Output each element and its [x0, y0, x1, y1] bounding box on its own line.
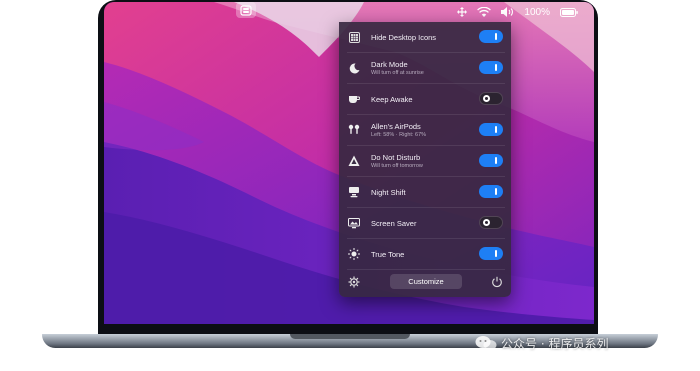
true-tone-toggle[interactable]	[479, 247, 503, 260]
true-tone-icon	[347, 247, 361, 261]
battery-icon[interactable]	[560, 7, 578, 17]
row-title: Screen Saver	[371, 218, 417, 228]
row-subtitle: Left: 58% · Right: 67%	[371, 131, 427, 138]
panel-footer: Customize	[339, 270, 511, 297]
row-screen-saver[interactable]: Screen Saver	[339, 208, 511, 238]
row-airpods[interactable]: Allen's AirPods Left: 58% · Right: 67%	[339, 115, 511, 145]
quick-toggles-panel: Hide Desktop Icons Dark Mode Will turn o…	[339, 22, 511, 297]
screen-saver-toggle[interactable]	[479, 216, 503, 229]
gear-icon[interactable]	[348, 276, 360, 288]
volume-icon[interactable]	[501, 7, 514, 17]
do-not-disturb-icon	[347, 154, 361, 168]
row-hide-desktop-icons[interactable]: Hide Desktop Icons	[339, 22, 511, 52]
watermark-text: 公众号 · 程序员系列	[501, 336, 609, 351]
coffee-cup-icon	[347, 92, 361, 106]
move-icon[interactable]	[457, 7, 468, 17]
hide-desktop-icons-toggle[interactable]	[479, 30, 503, 43]
moon-icon	[347, 61, 361, 75]
row-title: Hide Desktop Icons	[371, 32, 437, 42]
keep-awake-toggle[interactable]	[479, 92, 503, 105]
night-shift-toggle[interactable]	[479, 185, 503, 198]
row-title: Allen's AirPods	[371, 121, 421, 131]
row-do-not-disturb[interactable]: Do Not Disturb Will turn off tomorrow	[339, 146, 511, 176]
watermark: 公众号 · 程序员系列	[475, 334, 608, 352]
row-night-shift[interactable]: Night Shift	[339, 177, 511, 207]
row-keep-awake[interactable]: Keep Awake	[339, 84, 511, 114]
row-true-tone[interactable]: True Tone	[339, 239, 511, 269]
customize-button[interactable]: Customize	[390, 274, 462, 289]
row-subtitle: Will turn off at sunrise	[371, 69, 424, 76]
row-subtitle: Will turn off tomorrow	[371, 162, 423, 169]
airpods-toggle[interactable]	[479, 123, 503, 136]
row-title: Do Not Disturb	[371, 152, 421, 162]
airpods-icon	[347, 123, 361, 137]
row-title: Dark Mode	[371, 59, 408, 69]
dark-mode-toggle[interactable]	[479, 61, 503, 74]
menubar: 100%	[104, 2, 594, 22]
wechat-logo-icon	[475, 336, 497, 350]
row-title: Keep Awake	[371, 94, 413, 104]
laptop-hinge-notch	[290, 334, 410, 339]
do-not-disturb-toggle[interactable]	[479, 154, 503, 167]
battery-percent: 100%	[524, 6, 550, 18]
screen-saver-icon	[347, 216, 361, 230]
row-title: True Tone	[371, 249, 405, 259]
row-title: Night Shift	[371, 187, 406, 197]
power-icon[interactable]	[491, 276, 503, 288]
desktop-grid-icon	[347, 30, 361, 44]
row-dark-mode[interactable]: Dark Mode Will turn off at sunrise	[339, 53, 511, 83]
wifi-icon[interactable]	[477, 7, 492, 17]
night-shift-icon	[347, 185, 361, 199]
